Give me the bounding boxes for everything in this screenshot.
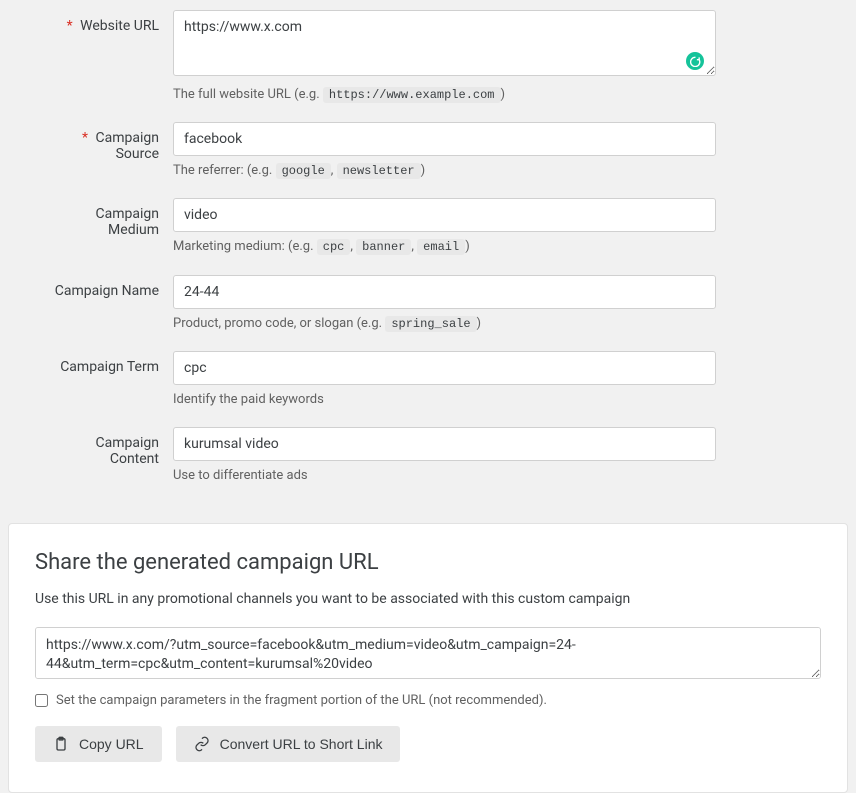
- label-text: Campaign Medium: [96, 206, 159, 238]
- label-text: Campaign Source: [96, 130, 159, 162]
- share-heading: Share the generated campaign URL: [35, 550, 821, 575]
- label-text: Campaign Name: [55, 283, 159, 299]
- campaign-name-input[interactable]: [173, 275, 716, 309]
- grammarly-icon: [686, 52, 704, 70]
- label-campaign-medium: Campaign Medium: [45, 198, 173, 256]
- label-website-url: * Website URL: [45, 10, 173, 104]
- clipboard-icon: [53, 736, 69, 752]
- help-text: The full website URL (e.g.: [173, 87, 323, 102]
- fragment-option-row: Set the campaign parameters in the fragm…: [35, 693, 821, 708]
- row-campaign-content: Campaign Content Use to differentiate ad…: [45, 427, 716, 485]
- label-text: Website URL: [80, 18, 159, 34]
- help-website-url: The full website URL (e.g. https://www.e…: [173, 86, 716, 104]
- convert-url-button[interactable]: Convert URL to Short Link: [176, 726, 401, 762]
- help-text: ): [477, 316, 482, 331]
- website-url-wrap: https://www.x.com: [173, 10, 716, 80]
- fragment-checkbox-label: Set the campaign parameters in the fragm…: [56, 693, 547, 708]
- label-campaign-name: Campaign Name: [45, 275, 173, 333]
- help-text: ): [465, 239, 470, 254]
- website-url-input[interactable]: https://www.x.com: [173, 10, 716, 76]
- convert-url-label: Convert URL to Short Link: [220, 736, 383, 752]
- campaign-term-input[interactable]: [173, 351, 716, 385]
- help-code: newsletter: [337, 163, 421, 179]
- help-code: spring_sale: [385, 316, 476, 332]
- help-text: ): [421, 163, 426, 178]
- help-code: email: [417, 239, 465, 255]
- copy-url-button[interactable]: Copy URL: [35, 726, 162, 762]
- help-text: ,: [331, 163, 337, 178]
- label-text: Campaign Content: [96, 435, 159, 467]
- row-campaign-term: Campaign Term Identify the paid keywords: [45, 351, 716, 409]
- required-asterisk: *: [67, 18, 73, 34]
- campaign-medium-input[interactable]: [173, 198, 716, 232]
- copy-url-label: Copy URL: [79, 736, 144, 752]
- input-col-campaign-source: The referrer: (e.g. google, newsletter): [173, 122, 716, 180]
- help-campaign-name: Product, promo code, or slogan (e.g. spr…: [173, 315, 716, 333]
- share-buttons: Copy URL Convert URL to Short Link: [35, 726, 821, 762]
- help-campaign-source: The referrer: (e.g. google, newsletter): [173, 162, 716, 180]
- input-col-campaign-term: Identify the paid keywords: [173, 351, 716, 409]
- help-campaign-term: Identify the paid keywords: [173, 391, 716, 409]
- share-panel: Share the generated campaign URL Use thi…: [8, 523, 848, 793]
- input-col-campaign-medium: Marketing medium: (e.g. cpc, banner, ema…: [173, 198, 716, 256]
- row-campaign-source: * Campaign Source The referrer: (e.g. go…: [45, 122, 716, 180]
- help-text: The referrer: (e.g.: [173, 163, 276, 178]
- label-campaign-term: Campaign Term: [45, 351, 173, 409]
- link-icon: [194, 736, 210, 752]
- input-col-campaign-content: Use to differentiate ads: [173, 427, 716, 485]
- row-campaign-name: Campaign Name Product, promo code, or sl…: [45, 275, 716, 333]
- help-text: Product, promo code, or slogan (e.g.: [173, 316, 385, 331]
- help-text: Marketing medium: (e.g.: [173, 239, 317, 254]
- fragment-checkbox[interactable]: [35, 694, 48, 707]
- help-code: banner: [356, 239, 411, 255]
- utm-form: * Website URL https://www.x.com The full…: [0, 0, 856, 523]
- campaign-content-input[interactable]: [173, 427, 716, 461]
- row-campaign-medium: Campaign Medium Marketing medium: (e.g. …: [45, 198, 716, 256]
- label-text: Campaign Term: [60, 359, 159, 375]
- input-col-website-url: https://www.x.com The full website URL (…: [173, 10, 716, 104]
- campaign-source-input[interactable]: [173, 122, 716, 156]
- help-code: google: [276, 163, 331, 179]
- label-campaign-source: * Campaign Source: [45, 122, 173, 180]
- help-code: cpc: [317, 239, 351, 255]
- label-campaign-content: Campaign Content: [45, 427, 173, 485]
- input-col-campaign-name: Product, promo code, or slogan (e.g. spr…: [173, 275, 716, 333]
- share-description: Use this URL in any promotional channels…: [35, 591, 821, 607]
- row-website-url: * Website URL https://www.x.com The full…: [45, 10, 716, 104]
- required-asterisk: *: [82, 130, 88, 146]
- help-text: ): [501, 87, 506, 102]
- help-campaign-content: Use to differentiate ads: [173, 467, 716, 485]
- help-campaign-medium: Marketing medium: (e.g. cpc, banner, ema…: [173, 238, 716, 256]
- help-code: https://www.example.com: [323, 87, 501, 103]
- generated-url-output[interactable]: https://www.x.com/?utm_source=facebook&u…: [35, 627, 821, 679]
